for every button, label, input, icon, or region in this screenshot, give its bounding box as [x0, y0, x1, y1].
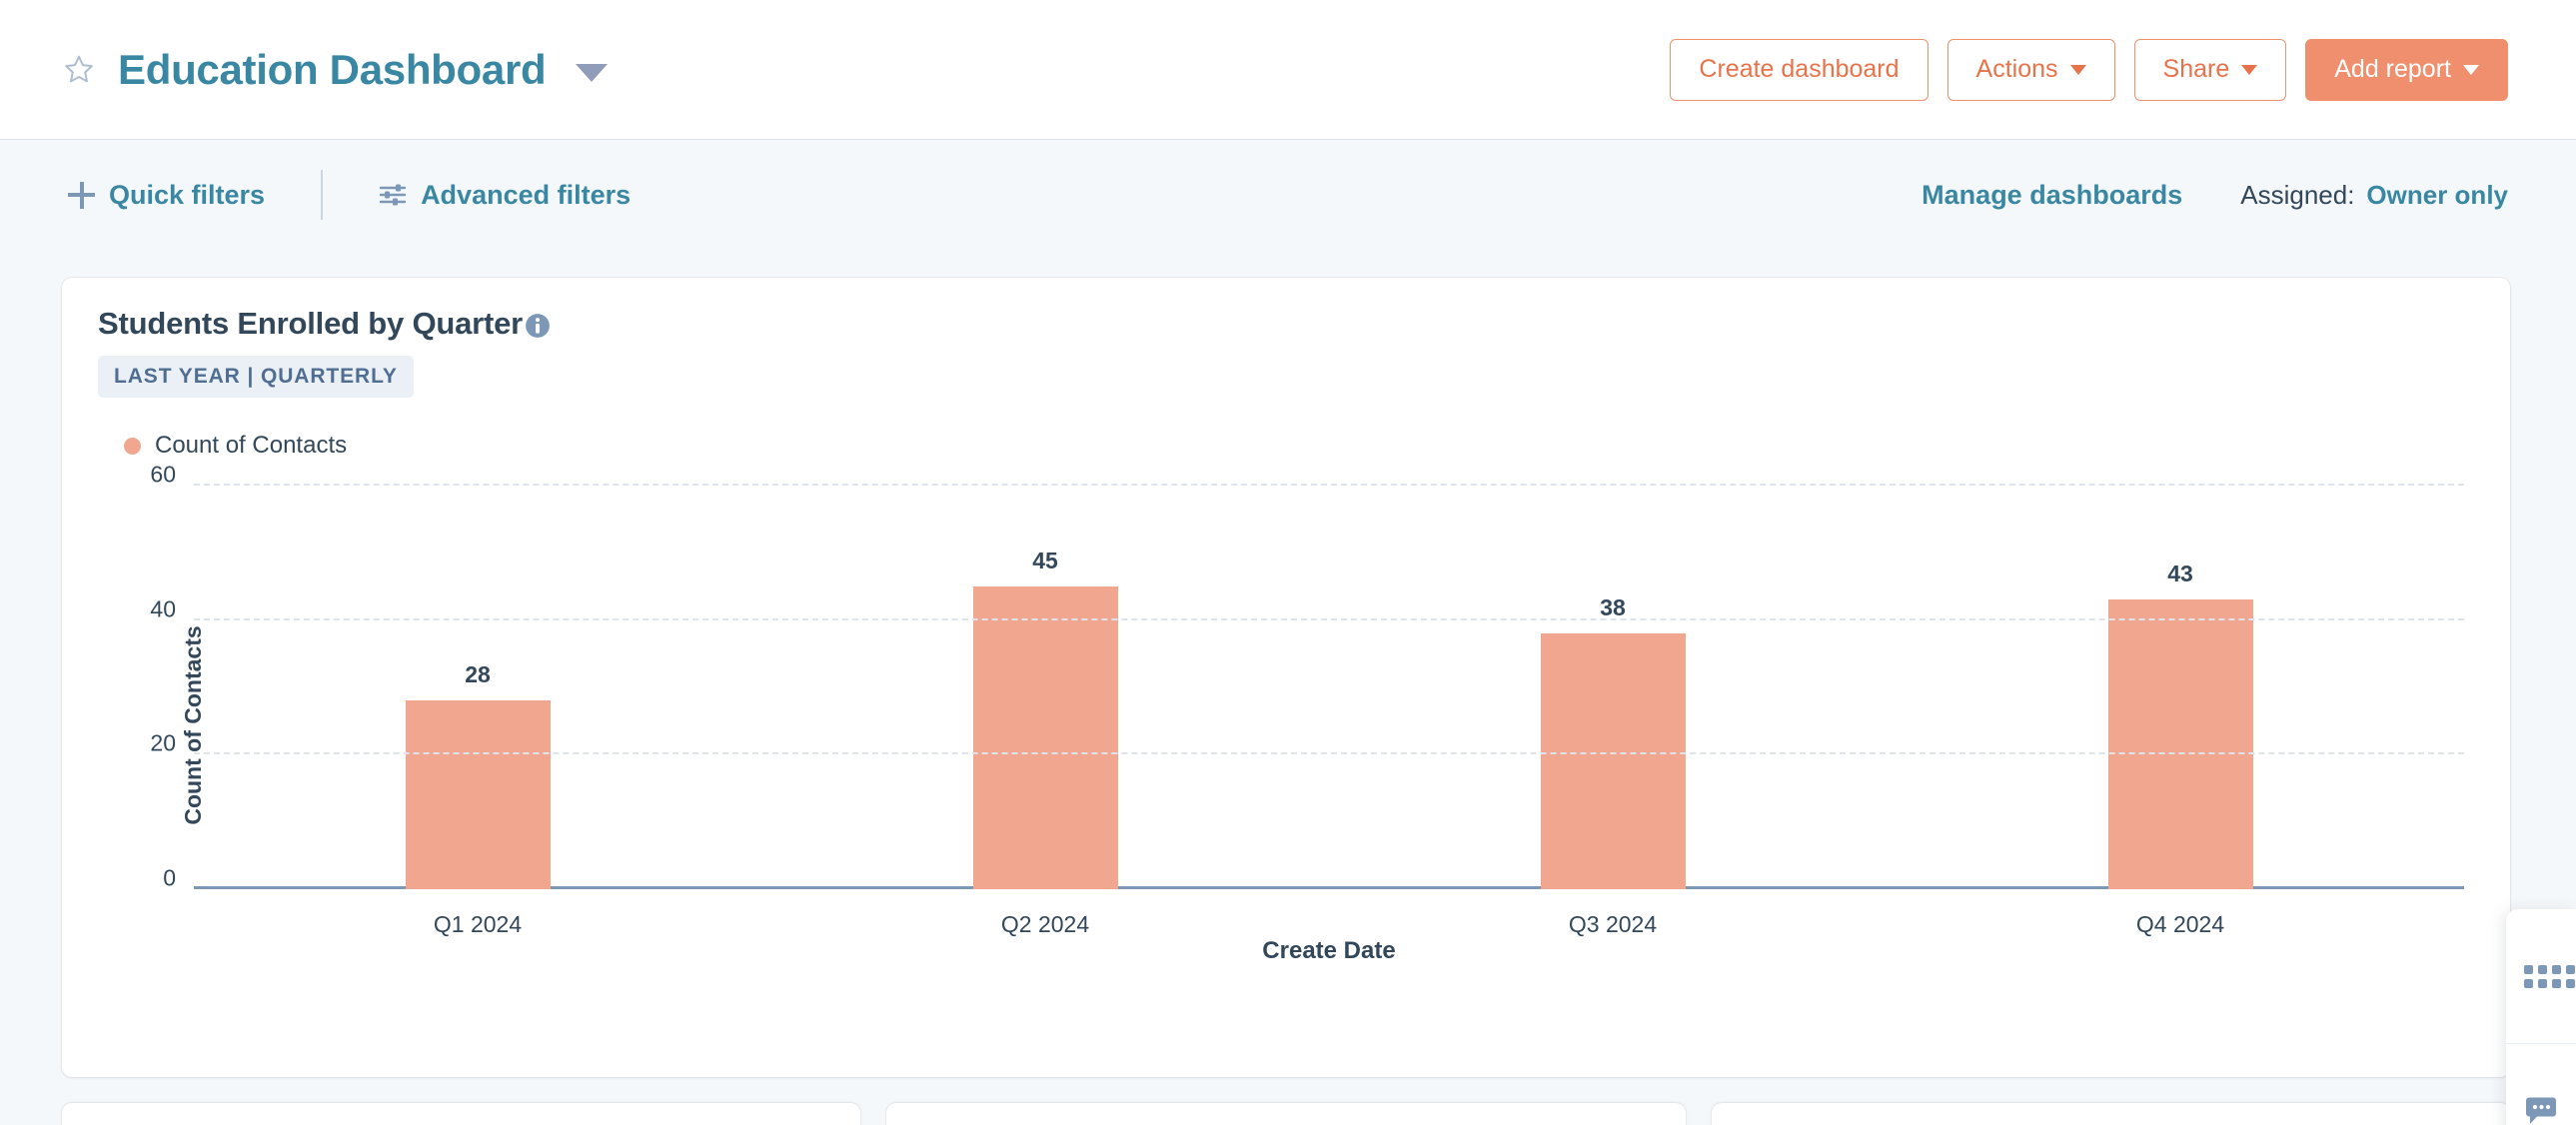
quick-filters-button[interactable]: Quick filters	[68, 180, 265, 211]
apps-grid-button[interactable]	[2506, 909, 2576, 1043]
grid-dots-icon	[2524, 965, 2575, 988]
peek-card[interactable]	[62, 1103, 860, 1125]
bar-group: 38Q3 2024	[1329, 486, 1897, 889]
gridline	[194, 618, 2464, 620]
filter-bar-left: Quick filters Advanced filters	[68, 170, 631, 220]
bar[interactable]	[1541, 633, 1686, 889]
top-header: Education Dashboard Create dashboard Act…	[0, 0, 2576, 140]
advanced-filters-button[interactable]: Advanced filters	[379, 180, 631, 211]
legend-label[interactable]: Count of Contacts	[155, 432, 347, 460]
quick-filters-label: Quick filters	[109, 180, 265, 211]
y-axis-tick-label: 60	[150, 462, 176, 489]
bar-group: 28Q1 2024	[194, 486, 761, 889]
y-axis-tick-label: 20	[150, 730, 176, 757]
report-date-range-badge: LAST YEAR | QUARTERLY	[98, 356, 414, 398]
bar-value-label: 28	[465, 661, 491, 688]
gridline	[194, 484, 2464, 486]
x-axis-tick-label: Q1 2024	[434, 911, 522, 938]
chevron-down-icon	[2070, 65, 2086, 75]
chart-plot-area: 28Q1 202445Q2 202438Q3 202443Q4 2024 020…	[194, 486, 2464, 889]
create-dashboard-label: Create dashboard	[1699, 55, 1899, 84]
filter-divider	[321, 170, 323, 220]
report-card-students-enrolled-by-quarter: Students Enrolled by Quarter LAST YEAR |…	[62, 278, 2510, 1077]
y-axis-tick-label: 40	[150, 595, 176, 622]
dashboard-body: Students Enrolled by Quarter LAST YEAR |…	[0, 250, 2576, 1125]
create-dashboard-button[interactable]: Create dashboard	[1670, 39, 1928, 101]
peek-card[interactable]	[886, 1103, 1685, 1125]
peek-card[interactable]	[1712, 1103, 2510, 1125]
y-axis-tick-label: 0	[163, 865, 176, 892]
plus-icon	[68, 182, 95, 209]
right-floating-panel	[2506, 909, 2576, 1125]
page-title[interactable]: Education Dashboard	[118, 46, 546, 94]
info-circle-icon[interactable]	[525, 313, 551, 339]
favorite-star-icon[interactable]	[62, 53, 96, 87]
bar-value-label: 45	[1032, 548, 1058, 574]
add-report-button[interactable]: Add report	[2305, 39, 2508, 101]
report-title: Students Enrolled by Quarter	[98, 306, 523, 342]
assigned-filter: Assigned: Owner only	[2240, 180, 2508, 211]
x-axis-tick-label: Q2 2024	[1001, 911, 1089, 938]
add-report-label: Add report	[2334, 55, 2451, 84]
bar-value-label: 43	[2167, 561, 2193, 587]
dashboard-title-group: Education Dashboard	[62, 46, 608, 94]
sliders-icon	[379, 183, 407, 207]
chevron-down-icon	[2463, 65, 2479, 75]
filter-bar: Quick filters Advanced filters Manage da…	[0, 140, 2576, 250]
bar[interactable]	[973, 586, 1118, 889]
assigned-label: Assigned:	[2240, 180, 2354, 211]
help-chat-button[interactable]	[2506, 1043, 2576, 1125]
bar-series: 28Q1 202445Q2 202438Q3 202443Q4 2024	[194, 486, 2464, 889]
report-card-header: Students Enrolled by Quarter	[98, 306, 2474, 342]
x-axis-tick-label: Q3 2024	[1569, 911, 1657, 938]
bar-chart: Count of Contacts 28Q1 202445Q2 202438Q3…	[98, 486, 2474, 965]
bar-group: 45Q2 2024	[761, 486, 1329, 889]
bar-group: 43Q4 2024	[1897, 486, 2464, 889]
assigned-value[interactable]: Owner only	[2366, 180, 2508, 211]
header-actions: Create dashboard Actions Share Add repor…	[1670, 39, 2508, 101]
x-axis-tick-label: Q4 2024	[2136, 911, 2224, 938]
filter-bar-right: Manage dashboards Assigned: Owner only	[1922, 180, 2508, 211]
x-axis-title: Create Date	[194, 937, 2464, 965]
manage-dashboards-link[interactable]: Manage dashboards	[1922, 180, 2182, 211]
gridline	[194, 752, 2464, 754]
actions-label: Actions	[1976, 55, 2058, 84]
actions-button[interactable]: Actions	[1947, 39, 2115, 101]
share-label: Share	[2163, 55, 2230, 84]
chevron-down-icon	[2241, 65, 2257, 75]
bar[interactable]	[2108, 599, 2253, 889]
advanced-filters-label: Advanced filters	[421, 180, 631, 211]
chevron-down-icon[interactable]	[576, 64, 608, 82]
bar[interactable]	[406, 700, 551, 889]
peek-card-row	[62, 1103, 2510, 1125]
chart-legend: Count of Contacts	[98, 432, 2474, 460]
share-button[interactable]: Share	[2134, 39, 2287, 101]
legend-color-swatch	[124, 438, 141, 455]
chat-bubble-icon	[2524, 1096, 2558, 1125]
